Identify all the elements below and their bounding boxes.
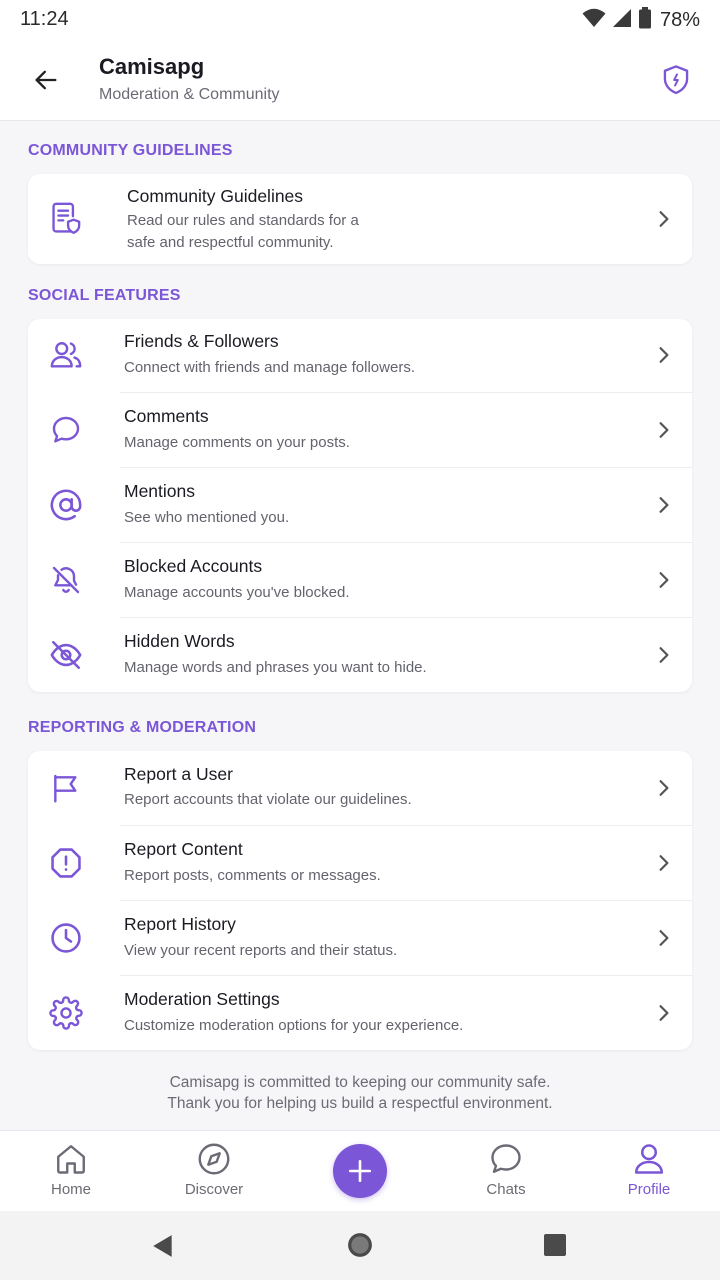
footer-note: Camisapg is committed to keeping our com…	[0, 1072, 720, 1114]
safety-shield-button[interactable]	[656, 60, 696, 100]
flag-icon	[48, 770, 84, 806]
chevron-right-icon	[654, 928, 674, 948]
system-nav-bar	[0, 1211, 720, 1280]
battery-percentage: 78%	[659, 8, 700, 31]
list-item-friends-followers[interactable]: Friends & Followers Connect with friends…	[28, 319, 692, 392]
list-item-community-guidelines[interactable]: Community Guidelines Read our rules and …	[28, 174, 692, 264]
item-title: Blocked Accounts	[124, 556, 263, 576]
compass-icon	[198, 1143, 230, 1175]
community-guidelines-card: Community Guidelines Read our rules and …	[28, 174, 692, 264]
chevron-right-icon	[654, 778, 674, 798]
item-subtitle: Manage accounts you've blocked.	[124, 584, 350, 601]
back-button[interactable]	[26, 60, 66, 100]
plus-icon	[348, 1159, 372, 1183]
home-icon	[57, 1145, 85, 1174]
item-subtitle: Customize moderation options for your ex…	[124, 1017, 464, 1034]
page-title: Camisapg	[99, 54, 205, 79]
item-title: Report Content	[124, 839, 243, 859]
nav-chats[interactable]: Chats	[456, 1131, 556, 1212]
status-time: 11:24	[20, 8, 69, 30]
item-title: Report History	[124, 914, 236, 934]
status-icons: 78%	[582, 6, 700, 34]
nav-home-label: Home	[50, 1181, 91, 1198]
system-recents-icon[interactable]	[543, 1233, 567, 1257]
create-post-button[interactable]	[333, 1144, 387, 1198]
page-subtitle: Moderation & Community	[99, 86, 280, 103]
bottom-nav: Home Discover Chats Profile	[0, 1130, 720, 1211]
item-subtitle: See who mentioned you.	[124, 509, 290, 526]
list-item-report-content[interactable]: Report Content Report posts, comments or…	[28, 825, 692, 900]
reporting-moderation-card: Report a User Report accounts that viola…	[28, 751, 692, 1050]
item-title: Report a User	[124, 764, 233, 784]
system-home-icon[interactable]	[347, 1232, 373, 1258]
item-title: Friends & Followers	[124, 331, 279, 351]
comment-icon	[48, 412, 84, 448]
nav-discover-label: Discover	[184, 1181, 244, 1198]
chevron-right-icon	[654, 495, 674, 515]
nav-home[interactable]: Home	[21, 1131, 121, 1212]
chat-bubble-icon	[491, 1144, 521, 1173]
list-item-blocked-accounts[interactable]: Blocked Accounts Manage accounts you've …	[28, 542, 692, 617]
list-item-comments[interactable]: Comments Manage comments on your posts.	[28, 392, 692, 467]
users-icon	[48, 337, 84, 373]
footer-note-line-1: Camisapg is committed to keeping our com…	[169, 1074, 551, 1091]
item-subtitle: View your recent reports and their statu…	[124, 942, 398, 959]
social-features-card: Friends & Followers Connect with friends…	[28, 319, 692, 692]
chevron-right-icon	[654, 645, 674, 665]
system-back-icon[interactable]	[150, 1233, 176, 1259]
list-item-report-history[interactable]: Report History View your recent reports …	[28, 900, 692, 975]
item-title: Hidden Words	[124, 631, 235, 651]
item-title: Community Guidelines	[127, 186, 304, 206]
alert-octagon-icon	[48, 845, 84, 881]
chevron-right-icon	[654, 209, 674, 229]
user-icon	[634, 1144, 664, 1174]
chevron-right-icon	[654, 420, 674, 440]
chevron-right-icon	[654, 570, 674, 590]
wifi-icon	[582, 8, 606, 33]
list-item-mentions[interactable]: Mentions See who mentioned you.	[28, 467, 692, 542]
section-label-reporting-moderation: REPORTING & MODERATION	[28, 719, 257, 736]
list-item-moderation-settings[interactable]: Moderation Settings Customize moderation…	[28, 975, 692, 1050]
section-label-social-features: SOCIAL FEATURES	[28, 287, 181, 304]
section-label-community-guidelines: COMMUNITY GUIDELINES	[28, 142, 233, 159]
chevron-right-icon	[654, 853, 674, 873]
chevron-right-icon	[654, 345, 674, 365]
document-shield-icon	[48, 201, 84, 237]
at-sign-icon	[48, 487, 84, 523]
nav-profile-label: Profile	[627, 1181, 671, 1198]
item-subtitle: Manage comments on your posts.	[124, 434, 350, 451]
app-header: Camisapg Moderation & Community	[0, 40, 720, 121]
clock-icon	[48, 920, 84, 956]
list-item-report-user[interactable]: Report a User Report accounts that viola…	[28, 751, 692, 825]
eye-off-icon	[48, 637, 84, 673]
item-title: Moderation Settings	[124, 989, 280, 1009]
list-item-hidden-words[interactable]: Hidden Words Manage words and phrases yo…	[28, 617, 692, 692]
shield-icon	[663, 65, 689, 95]
signal-icon	[612, 8, 632, 33]
nav-chats-label: Chats	[486, 1181, 526, 1198]
gear-icon	[48, 995, 84, 1031]
item-subtitle: Report posts, comments or messages.	[124, 867, 381, 884]
chevron-right-icon	[654, 1003, 674, 1023]
item-subtitle: Connect with friends and manage follower…	[124, 359, 415, 376]
battery-icon	[638, 6, 652, 34]
bell-off-icon	[48, 562, 84, 598]
item-subtitle: Report accounts that violate our guideli…	[124, 791, 412, 808]
footer-note-line-2: Thank you for helping us build a respect…	[167, 1095, 553, 1112]
arrow-left-icon	[35, 70, 57, 90]
item-title: Comments	[124, 406, 209, 426]
item-subtitle: Read our rules and standards for a safe …	[127, 212, 359, 251]
nav-profile[interactable]: Profile	[599, 1131, 699, 1212]
item-subtitle: Manage words and phrases you want to hid…	[124, 659, 427, 676]
nav-discover[interactable]: Discover	[164, 1131, 264, 1212]
item-title: Mentions	[124, 481, 196, 501]
status-bar: 11:24 78%	[0, 0, 720, 40]
